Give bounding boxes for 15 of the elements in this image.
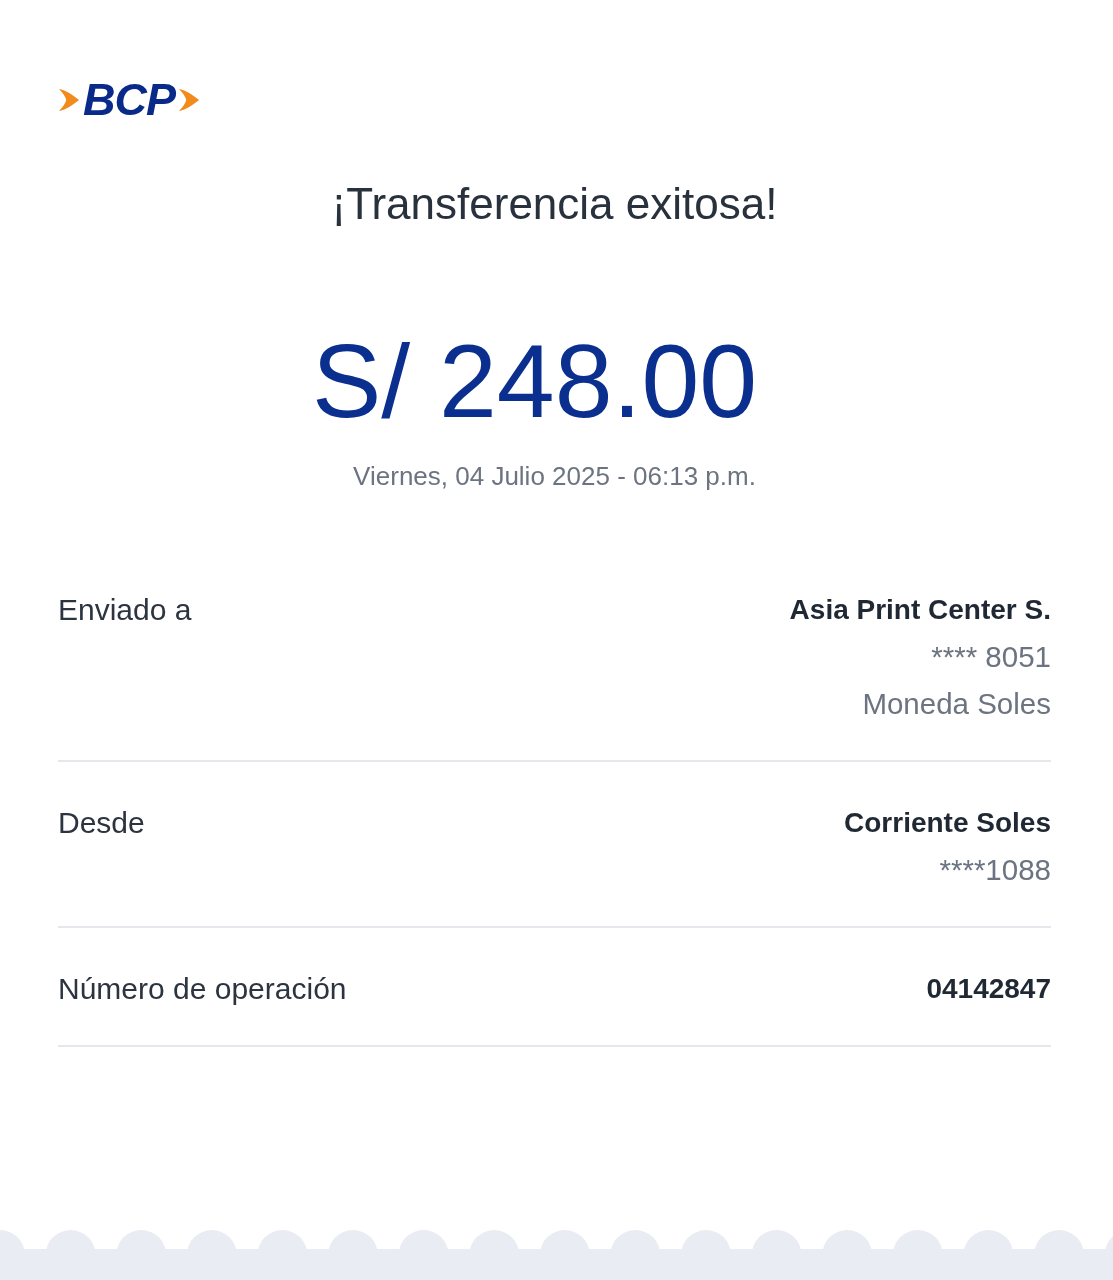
logo-text: BCP (83, 80, 175, 120)
detail-subtext: ****1088 (939, 852, 1051, 888)
detail-label: Número de operación (58, 971, 347, 1007)
detail-label: Enviado a (58, 592, 192, 628)
detail-subtext: Moneda Soles (862, 686, 1051, 722)
chevron-icon (178, 87, 200, 113)
detail-value: Asia Print Center S. (789, 593, 1051, 627)
detail-subtext: **** 8051 (931, 639, 1051, 675)
chevron-icon (58, 87, 80, 113)
detail-label: Desde (58, 805, 145, 841)
amount-text: S/ 248.00 (311, 326, 758, 436)
success-title: ¡Transferencia exitosa! (331, 178, 778, 230)
detail-value: Corriente Soles (844, 806, 1051, 840)
detail-value: 04142847 (926, 972, 1051, 1006)
date-time-text: Viernes, 04 Julio 2025 - 06:13 p.m. (353, 460, 756, 492)
